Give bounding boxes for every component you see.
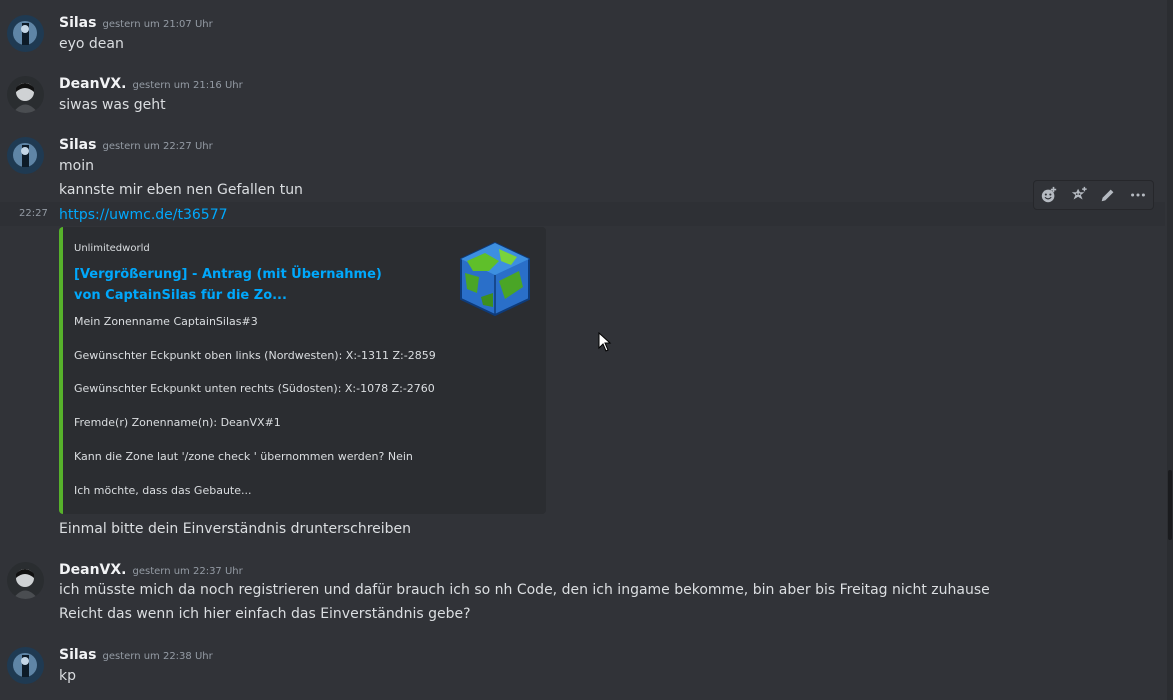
message-text: kp	[59, 668, 76, 684]
globe-cube-thumbnail-icon[interactable]	[459, 241, 531, 317]
edit-icon	[1102, 189, 1114, 202]
scrollbar-track[interactable]	[1167, 0, 1173, 700]
super-reaction-icon	[1071, 186, 1087, 200]
more-options-button[interactable]	[1126, 183, 1150, 207]
message-timestamp: gestern um 22:38 Uhr	[102, 651, 213, 662]
link-embed: Unlimitedworld [Vergrößerung] - Antrag (…	[59, 227, 546, 514]
embed-provider[interactable]: Unlimitedworld	[74, 243, 150, 254]
embed-accent-bar	[59, 227, 63, 514]
message-author[interactable]: Silas gestern um 22:27 Uhr	[59, 137, 213, 153]
author-name[interactable]: Silas	[59, 137, 96, 153]
message-timestamp: gestern um 22:37 Uhr	[132, 566, 243, 577]
embed-description-line: Ich möchte, dass das Gebaute...	[74, 484, 252, 497]
avatar[interactable]	[7, 562, 44, 599]
message-timestamp: gestern um 21:16 Uhr	[132, 80, 243, 91]
author-name[interactable]: DeanVX.	[59, 76, 126, 92]
embed-description-line: Gewünschter Eckpunkt unten rechts (Südos…	[74, 382, 435, 395]
edit-button[interactable]	[1096, 183, 1120, 207]
embed-title[interactable]: [Vergrößerung] - Antrag (mit Übernahme) …	[74, 264, 384, 306]
message-timestamp: gestern um 22:27 Uhr	[102, 141, 213, 152]
embed-description-line: Fremde(r) Zonenname(n): DeanVX#1	[74, 416, 281, 429]
message-text: siwas was geht	[59, 97, 166, 113]
avatar[interactable]	[7, 647, 44, 684]
message-text: Einmal bitte dein Einverständnis drunter…	[59, 521, 412, 537]
message-timestamp: gestern um 21:07 Uhr	[102, 19, 213, 30]
scrollbar-thumb[interactable]	[1168, 470, 1172, 540]
hover-timestamp: 22:27	[19, 208, 48, 219]
message-author[interactable]: Silas gestern um 22:38 Uhr	[59, 647, 213, 663]
add-reaction-icon	[1041, 186, 1057, 203]
author-name[interactable]: Silas	[59, 647, 96, 663]
message-text: eyo dean	[59, 36, 124, 52]
message-text: kannste mir eben nen Gefallen tun	[59, 182, 303, 198]
message-author[interactable]: DeanVX. gestern um 22:37 Uhr	[59, 562, 243, 578]
message-link[interactable]: https://uwmc.de/t36577	[59, 207, 228, 223]
message-text: Reicht das wenn ich hier einfach das Ein…	[59, 606, 471, 622]
author-name[interactable]: DeanVX.	[59, 562, 126, 578]
message-text: ich müsste mich da noch registrieren und…	[59, 582, 990, 598]
avatar[interactable]	[7, 15, 44, 52]
avatar[interactable]	[7, 76, 44, 113]
message-actions-toolbar	[1033, 180, 1154, 210]
avatar[interactable]	[7, 137, 44, 174]
message-author[interactable]: DeanVX. gestern um 21:16 Uhr	[59, 76, 243, 92]
embed-description-line: Kann die Zone laut '/zone check ' überno…	[74, 450, 413, 463]
embed-description-line: Gewünschter Eckpunkt oben links (Nordwes…	[74, 349, 436, 362]
mouse-cursor-icon	[598, 332, 612, 352]
embed-description-line: Mein Zonenname CaptainSilas#3	[74, 315, 258, 328]
message-text: moin	[59, 158, 94, 174]
super-reaction-button[interactable]	[1067, 183, 1091, 207]
author-name[interactable]: Silas	[59, 15, 96, 31]
more-icon	[1131, 193, 1146, 197]
message-author[interactable]: Silas gestern um 21:07 Uhr	[59, 15, 213, 31]
add-reaction-button[interactable]	[1037, 183, 1061, 207]
